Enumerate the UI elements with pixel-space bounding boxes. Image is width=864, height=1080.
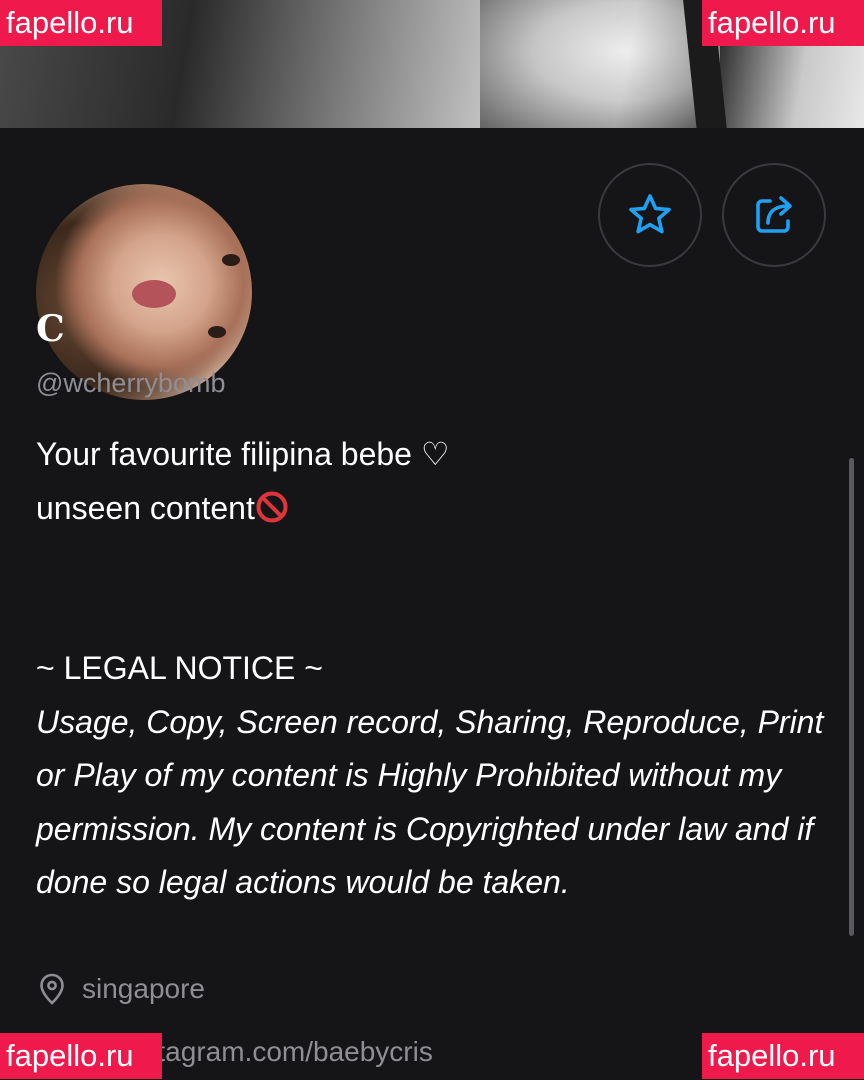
bio-spacer: [36, 535, 836, 642]
profile-card: C @wcherrybomb Your favourite filipina b…: [0, 128, 864, 1080]
display-name: C: [36, 308, 65, 350]
prohibited-icon: [256, 491, 288, 522]
location-text: singapore: [82, 973, 205, 1004]
scrollbar[interactable]: [849, 458, 854, 936]
bio: Your favourite filipina bebe ♡ unseen co…: [36, 428, 836, 910]
watermark: fapello.ru: [0, 1033, 162, 1079]
star-icon: [629, 194, 671, 234]
avatar-detail: [132, 280, 176, 308]
watermark: fapello.ru: [702, 0, 864, 46]
bio-line-2: unseen content: [36, 482, 836, 536]
share-button[interactable]: [722, 163, 826, 267]
avatar-detail: [222, 254, 240, 266]
location: singapore: [38, 973, 205, 1005]
avatar-detail: [208, 326, 226, 338]
bio-line: Your favourite filipina bebe ♡: [36, 436, 450, 472]
username-handle: @wcherrybomb: [36, 368, 226, 398]
watermark: fapello.ru: [702, 1033, 864, 1079]
watermark: fapello.ru: [0, 0, 162, 46]
location-pin-icon: [40, 973, 64, 1005]
favorite-button[interactable]: [598, 163, 702, 267]
legal-notice-text: Usage, Copy, Screen record, Sharing, Rep…: [36, 703, 824, 901]
legal-heading: ~ LEGAL NOTICE ~: [36, 650, 323, 686]
cover-shade: [480, 0, 720, 128]
bio-line: unseen content: [36, 489, 255, 526]
share-icon: [756, 196, 792, 233]
